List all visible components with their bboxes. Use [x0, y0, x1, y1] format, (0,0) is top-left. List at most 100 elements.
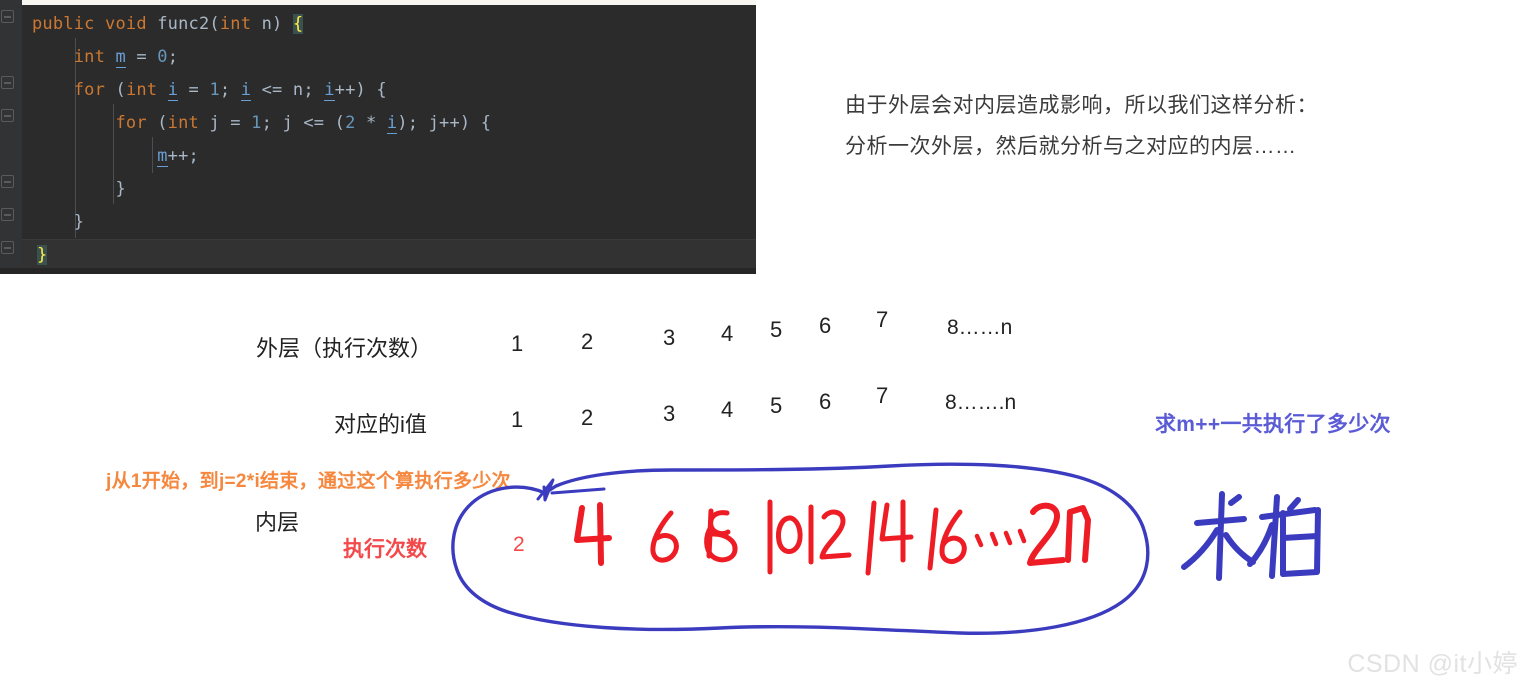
- code-token: i: [167, 80, 179, 101]
- table-cell: 1: [511, 407, 524, 432]
- code-token: m: [157, 146, 168, 167]
- code-token: func2: [157, 14, 210, 34]
- blue-leader-line: [536, 478, 555, 502]
- table-cell: 6: [819, 313, 832, 338]
- inner-loop-count-label: 执行次数: [343, 538, 427, 561]
- code-token: ); j++) {: [397, 113, 492, 133]
- code-token: }: [32, 179, 126, 199]
- current-line-highlight: [22, 239, 756, 270]
- code-token: ): [272, 14, 293, 34]
- fold-toggle-icon[interactable]: [1, 241, 14, 254]
- handwritten-number-8: [704, 508, 738, 563]
- editor-bottom-edge: [0, 268, 756, 274]
- code-token: j =: [198, 113, 252, 133]
- blue-annotation: 求m++一共执行了多少次: [1155, 413, 1391, 436]
- fold-toggle-icon[interactable]: [1, 109, 14, 122]
- table-cell: 7: [876, 307, 889, 332]
- code-line[interactable]: m++;: [32, 140, 199, 173]
- code-token: =: [125, 47, 158, 67]
- code-token: for: [115, 113, 147, 133]
- csdn-watermark: CSDN @it小婷: [1347, 650, 1518, 678]
- table-cell: 4: [721, 321, 734, 346]
- handwritten-number-14: [865, 499, 914, 576]
- editor-top-edge: [0, 0, 756, 5]
- code-token: }: [32, 212, 85, 232]
- slide-canvas: public void func2(int n) { int m = 0; fo…: [0, 0, 1532, 692]
- code-token: int: [167, 113, 199, 133]
- note-line-2: 分析一次外层，然后就分析与之对应的内层……: [845, 135, 1297, 158]
- code-line[interactable]: public void func2(int n) {: [32, 8, 304, 41]
- table-cell: 6: [819, 389, 832, 414]
- table-cell: 4: [721, 397, 734, 422]
- fold-toggle-icon[interactable]: [1, 10, 14, 23]
- code-token: i: [324, 80, 335, 101]
- code-token: int: [73, 47, 106, 67]
- code-line[interactable]: int m = 0;: [32, 41, 178, 74]
- code-line[interactable]: for (int i = 1; i <= n; i++) {: [32, 74, 387, 107]
- code-token: ; j <= (: [261, 113, 346, 133]
- table-cell: 5: [770, 393, 783, 418]
- code-token: i: [386, 113, 398, 134]
- code-token: 2: [345, 113, 356, 133]
- code-token: (: [209, 14, 220, 34]
- code-token: ++) {: [334, 80, 387, 100]
- table-row-label: 外层（执行次数）: [256, 336, 433, 361]
- code-token: =: [178, 80, 210, 100]
- handwritten-number-10: [767, 499, 803, 575]
- code-token: int: [219, 14, 252, 34]
- editor-gutter: [0, 0, 22, 274]
- code-token: (: [146, 113, 168, 133]
- code-line[interactable]: }: [32, 173, 126, 206]
- code-token: {: [292, 14, 304, 34]
- handwritten-value-first: 2: [513, 533, 525, 556]
- code-token: ++;: [167, 146, 199, 166]
- code-line[interactable]: for (int j = 1; j <= (2 * i); j++) {: [32, 107, 491, 140]
- handwritten-number-4: [574, 502, 612, 566]
- table-cell: 3: [663, 401, 676, 426]
- note-line-1: 由于外层会对内层造成影响，所以我们这样分析：: [845, 94, 1318, 117]
- table-cell: 2: [581, 329, 594, 354]
- table-cell: 5: [770, 317, 783, 342]
- code-token: 0: [157, 47, 168, 67]
- blue-circle-annotation: [451, 462, 1150, 635]
- table-cell-tail: 8……n: [947, 316, 1013, 339]
- code-token: for: [73, 80, 106, 100]
- code-token: void: [105, 14, 147, 34]
- handwritten-number-16: [927, 507, 967, 571]
- handwritten-ellipsis: [974, 528, 1027, 548]
- table-cell: 7: [876, 383, 889, 408]
- handwritten-number-6: [650, 510, 679, 563]
- table-cell: 1: [511, 331, 524, 356]
- handwritten-number-12: [808, 504, 852, 565]
- fold-toggle-icon[interactable]: [1, 208, 14, 221]
- code-token: public: [32, 14, 95, 34]
- code-token: *: [355, 113, 387, 133]
- table-cell-tail: 8…….n: [945, 391, 1017, 414]
- table-cell: 2: [581, 405, 594, 430]
- code-line[interactable]: }: [32, 206, 84, 239]
- code-token: i: [240, 80, 252, 101]
- fold-toggle-icon[interactable]: [1, 175, 14, 188]
- code-token: m: [115, 47, 126, 68]
- code-line[interactable]: }: [37, 239, 48, 272]
- code-token: (: [105, 80, 126, 100]
- table-cell: 3: [663, 325, 676, 350]
- code-token: ;: [167, 47, 179, 67]
- code-token: <= n;: [251, 80, 325, 100]
- blue-leader-tail: [550, 487, 606, 495]
- fold-toggle-icon[interactable]: [1, 76, 14, 89]
- handwritten-sum-text: [1181, 491, 1321, 581]
- handwritten-number-2n: [1027, 502, 1091, 566]
- code-token: }: [37, 245, 48, 265]
- inner-loop-label: 内层: [255, 510, 300, 535]
- explanatory-note: 由于外层会对内层造成影响，所以我们这样分析： 分析一次外层，然后就分析与之对应的…: [845, 85, 1465, 167]
- code-token: n: [251, 14, 273, 34]
